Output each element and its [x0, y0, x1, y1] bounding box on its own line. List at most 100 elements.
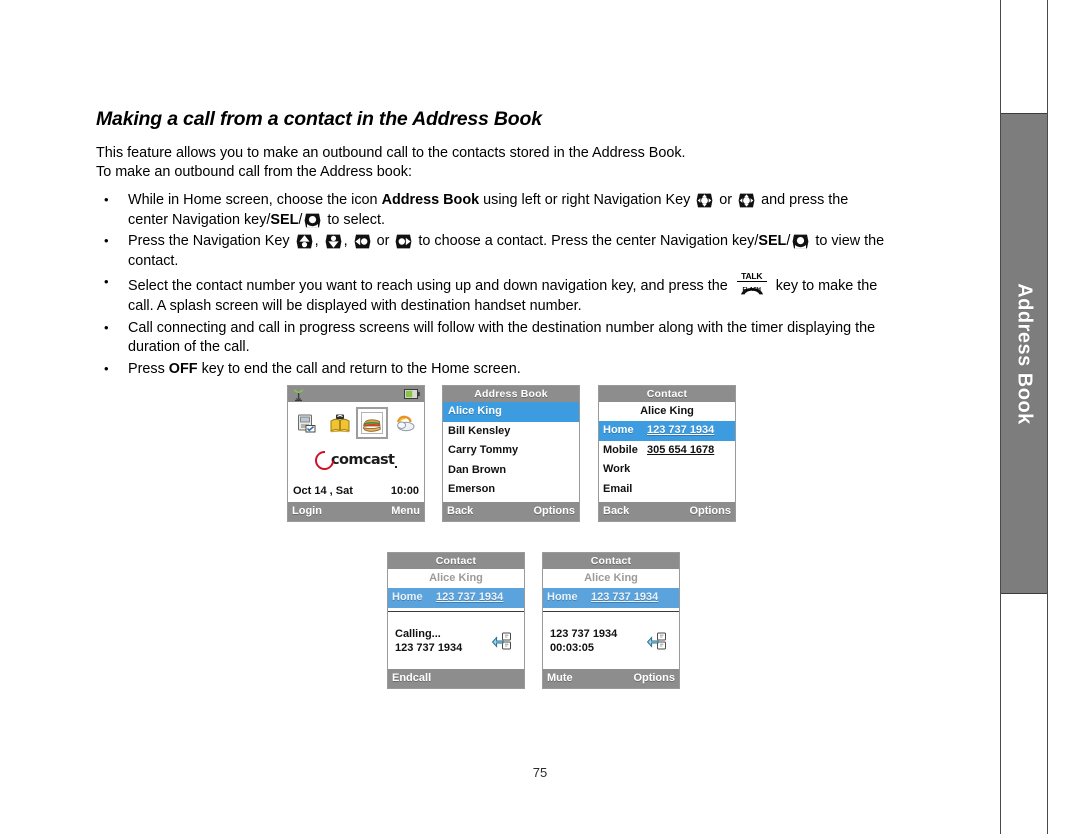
page-title: Making a call from a contact in the Addr… — [96, 108, 542, 130]
contact-detail: Alice King Home 123 737 1934 Mobile 305 … — [599, 402, 735, 502]
list-item[interactable]: Dan Brown — [443, 461, 579, 481]
screen-title: Contact — [543, 553, 679, 569]
instruction-step-1: While in Home screen, choose the icon Ad… — [96, 190, 886, 230]
softkey-options[interactable]: Options — [689, 502, 731, 521]
contact-row-label: Home — [603, 424, 634, 436]
list-item[interactable]: Bill Kensley — [443, 422, 579, 442]
softkey-bar: Back Options — [599, 502, 735, 521]
contact-row-value: 123 737 1934 — [591, 591, 659, 603]
intro-line-2: To make an outbound call from the Addres… — [96, 164, 412, 180]
contact-row-label: Home — [547, 591, 578, 603]
talk-label: TALK — [741, 271, 763, 281]
home-time: 10:00 — [390, 485, 419, 497]
softkey-options[interactable]: Options — [633, 669, 675, 688]
contact-row-home[interactable]: Home 123 737 1934 — [599, 421, 735, 441]
navigation-key-left-icon — [695, 192, 714, 209]
phone-screen-contact: Contact Alice King Home 123 737 1934 Mob… — [598, 385, 736, 522]
talk-flash-key-icon: TALK FLASH — [735, 271, 769, 297]
call-splash-panel: Calling... 123 737 1934 — [388, 611, 524, 669]
food-icon[interactable] — [356, 407, 389, 439]
softkey-back[interactable]: Back — [603, 502, 629, 521]
flash-label: FLASH — [742, 287, 761, 293]
softkey-endcall[interactable]: Endcall — [392, 669, 431, 688]
step1-bold-sel: SEL — [270, 211, 299, 228]
softkey-login[interactable]: Login — [292, 502, 322, 521]
step2-bold-sel: SEL — [758, 233, 787, 249]
call-splash-line-2: 00:03:05 — [550, 641, 595, 654]
phone-screen-address-book: Address Book Alice King Bill Kensley Car… — [442, 385, 580, 522]
contact-row-value: 123 737 1934 — [436, 591, 504, 603]
address-book-icon[interactable] — [328, 411, 352, 435]
contact-row-value: 123 737 1934 — [647, 424, 715, 436]
intro-line-1: This feature allows you to make an outbo… — [96, 145, 686, 161]
phone-screen-calling: Contact Alice King Home 123 737 1934 Mob… — [387, 552, 525, 689]
step2-slash: / — [786, 233, 791, 249]
comcast-dot — [395, 466, 397, 468]
navigation-key-down-icon — [324, 233, 343, 250]
step3-text-a: Select the contact number you want to re… — [128, 278, 732, 294]
contact-row-home: Home 123 737 1934 — [543, 588, 679, 608]
article-content: Making a call from a contact in the Addr… — [96, 108, 886, 381]
list-item[interactable]: Alice King — [443, 402, 579, 422]
contact-row-work[interactable]: Work — [599, 460, 735, 480]
battery-icon — [404, 389, 420, 402]
screen-title: Contact — [599, 386, 735, 402]
softkey-bar: Back Options — [443, 502, 579, 521]
softkey-bar: Mute Options — [543, 669, 679, 688]
step1-slash: / — [298, 211, 303, 228]
step2-text-a: Press the Navigation Key — [128, 233, 294, 249]
call-splash-line-2: 123 737 1934 — [395, 641, 463, 654]
home-datetime: Oct 14 , Sat 10:00 — [288, 485, 424, 499]
instruction-step-5: Press OFF key to end the call and return… — [96, 359, 886, 380]
call-outgoing-icon — [491, 631, 514, 651]
instruction-step-3: Select the contact number you want to re… — [96, 271, 886, 317]
list-item[interactable]: Carry Tommy — [443, 441, 579, 461]
step1-text-d: to select. — [323, 211, 385, 228]
weather-icon[interactable] — [393, 411, 417, 435]
screen-title: Contact — [388, 553, 524, 569]
step1-text-b: using left or right Navigation Key — [479, 192, 695, 208]
contact-name: Alice King — [640, 405, 694, 417]
navigation-key-center-icon-2 — [791, 233, 810, 250]
instruction-list: While in Home screen, choose the icon Ad… — [96, 190, 886, 380]
call-active-icon — [646, 631, 669, 651]
step5-bold-off: OFF — [168, 360, 198, 377]
step5-text-b: key to end the call and return to the Ho… — [197, 360, 521, 377]
step2-or: or — [372, 233, 394, 249]
contact-row-label: Work — [603, 463, 631, 476]
screen-title: Address Book — [443, 386, 579, 402]
softkey-back[interactable]: Back — [447, 502, 473, 521]
contact-row-email[interactable]: Email — [599, 480, 735, 500]
phone-screen-home: comcast Oct 14 , Sat 10:00 Login Menu — [287, 385, 425, 522]
step1-text-a: While in Home screen, choose the icon — [128, 192, 382, 208]
call-splash-text: 123 737 1934 00:03:05 — [550, 627, 617, 655]
call-splash-text: Calling... 123 737 1934 — [395, 627, 462, 655]
instruction-step-2: Press the Navigation Key , , or to choos… — [96, 231, 886, 271]
contact-row-mobile[interactable]: Mobile 305 654 1678 — [599, 441, 735, 461]
step5-text-a: Press — [128, 360, 169, 377]
page-number: 75 — [532, 765, 548, 780]
page-edge-rail-right — [1047, 0, 1048, 834]
call-splash-line-1: 123 737 1934 — [550, 627, 618, 640]
comcast-arc-mark — [311, 446, 338, 474]
home-body: comcast Oct 14 , Sat 10:00 — [288, 402, 424, 502]
step2-sep-2: , — [343, 233, 352, 249]
instruction-step-4: Call connecting and call in progress scr… — [96, 318, 886, 358]
section-tab-label: Address Book — [1013, 282, 1036, 425]
contact-list: Alice King Bill Kensley Carry Tommy Dan … — [443, 402, 579, 502]
step2-text-b: to choose a contact. Press the center Na… — [414, 233, 759, 249]
softkey-menu[interactable]: Menu — [391, 502, 420, 521]
softkey-options[interactable]: Options — [533, 502, 575, 521]
contact-row-home: Home 123 737 1934 — [388, 588, 524, 608]
message-fax-icon[interactable] — [295, 411, 319, 435]
contact-row-label: Home — [392, 591, 423, 603]
comcast-wordmark: comcast — [330, 452, 395, 468]
phone-screen-in-call: Contact Alice King Home 123 737 1934 Mob… — [542, 552, 680, 689]
softkey-bar: Login Menu — [288, 502, 424, 521]
contact-name: Alice King — [429, 572, 483, 584]
navigation-key-right-icon-2 — [394, 233, 413, 250]
call-splash-line-1: Calling... — [395, 627, 441, 640]
comcast-logo: comcast — [288, 446, 424, 474]
softkey-mute[interactable]: Mute — [547, 669, 573, 688]
list-item[interactable]: Emerson — [443, 480, 579, 500]
